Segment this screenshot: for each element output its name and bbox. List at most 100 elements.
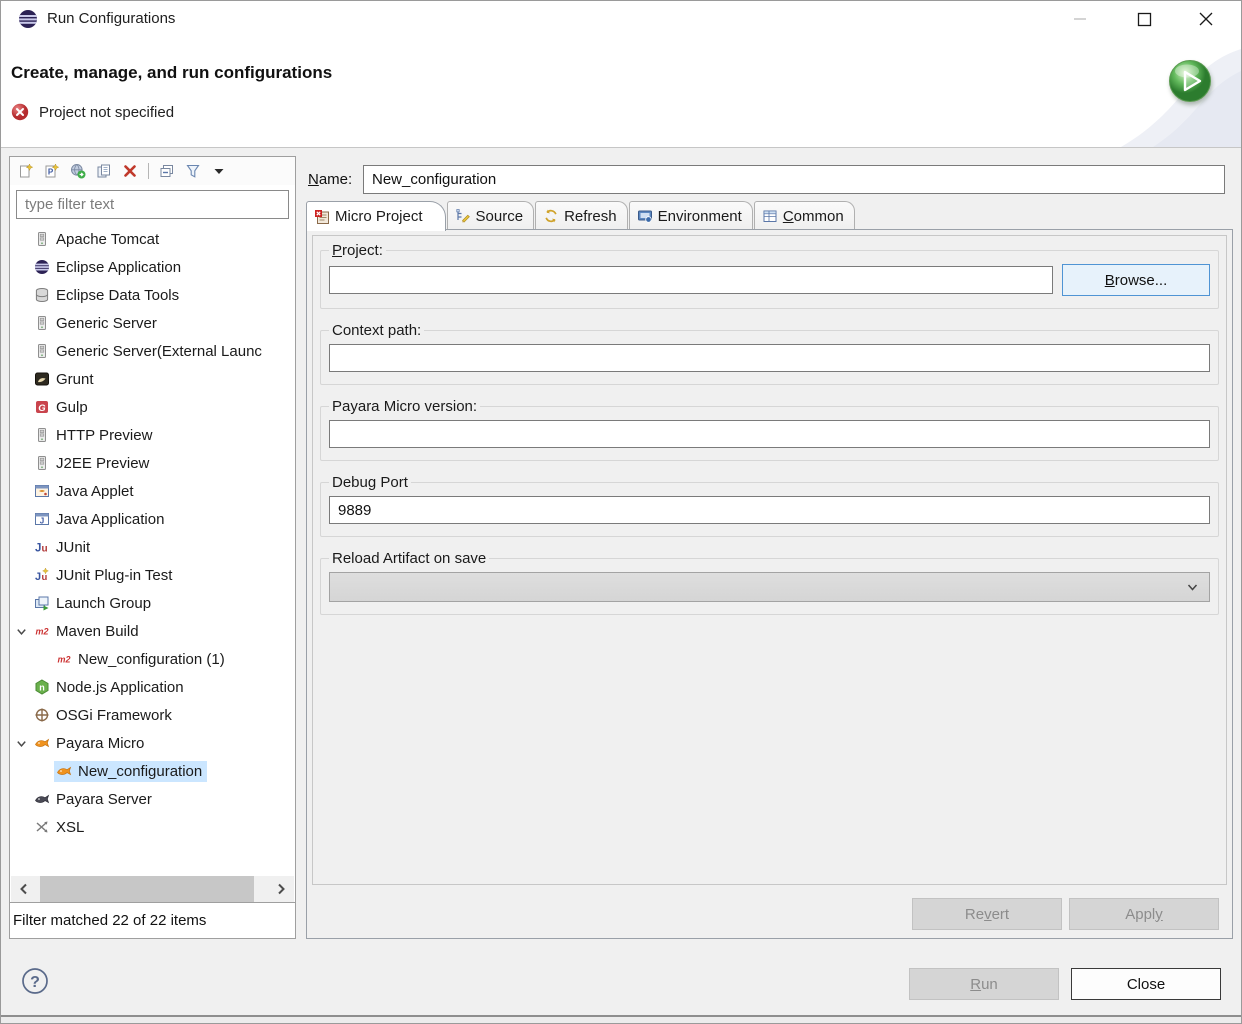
tab-label: Environment (658, 208, 742, 225)
tree-item-content[interactable]: Grunt (32, 369, 99, 390)
tree-item-content[interactable]: Eclipse Data Tools (32, 285, 184, 306)
tree-item-content[interactable]: GGulp (32, 397, 93, 418)
help-button[interactable]: ? (21, 967, 49, 995)
tree-item-content[interactable]: Eclipse Application (32, 257, 186, 278)
tree-item[interactable]: XSL (10, 813, 295, 841)
tree-item-content[interactable]: XSL (32, 817, 89, 838)
new-launch-configuration-button[interactable] (16, 161, 36, 181)
close-icon (1198, 11, 1214, 27)
dialog-banner: Create, manage, and run configurations P… (1, 37, 1241, 147)
tree-item-content[interactable]: Payara Micro (32, 733, 149, 754)
micro-project-form: Project: Browse... Context path: Payara … (312, 235, 1227, 885)
tab-common[interactable]: Common (754, 201, 855, 230)
tree-item[interactable]: m2New_configuration (1) (10, 645, 295, 673)
tree-item-content[interactable]: Launch Group (32, 593, 156, 614)
tab-source[interactable]: Source (447, 201, 535, 230)
new-launch-prototype-button[interactable]: P (42, 161, 62, 181)
project-input[interactable] (329, 266, 1053, 294)
tree-item[interactable]: nNode.js Application (10, 673, 295, 701)
grunt-icon (34, 371, 50, 387)
tree-item[interactable]: OSGi Framework (10, 701, 295, 729)
svg-text:u: u (42, 572, 48, 583)
maximize-button[interactable] (1121, 1, 1167, 37)
tree-item-content[interactable]: m2Maven Build (32, 621, 144, 642)
delete-launch-configuration-button[interactable] (120, 161, 140, 181)
filter-input[interactable] (16, 190, 289, 219)
tree-item-content[interactable]: m2New_configuration (1) (54, 649, 230, 670)
tree-item-content[interactable]: Java Applet (32, 481, 139, 502)
tree-item[interactable]: New_configuration (10, 757, 295, 785)
tree-item[interactable]: JJava Application (10, 505, 295, 533)
minimize-button[interactable] (1057, 1, 1103, 37)
server-icon (34, 231, 50, 247)
tab-environment[interactable]: Environment (629, 201, 753, 230)
editor-tabs: Micro ProjectSourceRefresh Environment Com… (306, 200, 1233, 230)
tree-item[interactable]: Grunt (10, 365, 295, 393)
close-button[interactable]: Close (1071, 968, 1221, 1000)
tree-item-content[interactable]: JuJUnit Plug-in Test (32, 565, 177, 586)
tree-item-content[interactable]: Generic Server (32, 313, 162, 334)
tree-item[interactable]: Launch Group (10, 589, 295, 617)
tree-item-content[interactable]: New_configuration (54, 761, 207, 782)
tree-item[interactable]: JuJUnit (10, 533, 295, 561)
tree-item[interactable]: Java Applet (10, 477, 295, 505)
horizontal-scrollbar[interactable] (11, 876, 294, 902)
tree-item-content[interactable]: OSGi Framework (32, 705, 177, 726)
tree-item-label: Generic Server(External Launc (56, 343, 262, 360)
background-window-edge (1, 1015, 1241, 1024)
reload-artifact-dropdown[interactable] (329, 572, 1210, 602)
tree-item[interactable]: JuJUnit Plug-in Test (10, 561, 295, 589)
duplicate-launch-configuration-button[interactable] (94, 161, 114, 181)
browse-button[interactable]: Browse... (1062, 264, 1210, 296)
apply-button[interactable]: Apply (1069, 898, 1219, 930)
tree-item-content[interactable]: JJava Application (32, 509, 169, 530)
tree-item-content[interactable]: Apache Tomcat (32, 229, 164, 250)
project-label: Project: (329, 242, 386, 259)
name-input[interactable] (363, 165, 1225, 194)
tree-item[interactable]: Eclipse Data Tools (10, 281, 295, 309)
close-window-button[interactable] (1183, 1, 1229, 37)
environment-icon (637, 208, 653, 224)
expand-toggle[interactable] (10, 737, 32, 750)
tree-item-content[interactable]: Generic Server(External Launc (32, 341, 267, 362)
dialog-heading: Create, manage, and run configurations (11, 63, 332, 83)
tab-refresh[interactable]: Refresh (535, 201, 628, 230)
export-launch-configuration-icon (70, 163, 86, 179)
run-button[interactable]: Run (909, 968, 1059, 1000)
tree-item[interactable]: GGulp (10, 393, 295, 421)
micro-version-input[interactable] (329, 420, 1210, 448)
tree-item[interactable]: Generic Server (10, 309, 295, 337)
reload-artifact-label: Reload Artifact on save (329, 550, 489, 567)
tree-item[interactable]: Generic Server(External Launc (10, 337, 295, 365)
scroll-right-button[interactable] (268, 876, 294, 902)
tree-item[interactable]: HTTP Preview (10, 421, 295, 449)
filter-launch-configurations-button[interactable] (183, 161, 203, 181)
tree-item-content[interactable]: J2EE Preview (32, 453, 154, 474)
tree-item[interactable]: Payara Server (10, 785, 295, 813)
tree-item-label: Gulp (56, 399, 88, 416)
chevron-down-icon (1186, 581, 1199, 594)
tree-item[interactable]: J2EE Preview (10, 449, 295, 477)
revert-button[interactable]: Revert (912, 898, 1062, 930)
tree-item[interactable]: Eclipse Application (10, 253, 295, 281)
menu-dropdown-button[interactable] (209, 161, 229, 181)
nodejs-icon: n (34, 679, 50, 695)
tree-item-content[interactable]: HTTP Preview (32, 425, 157, 446)
expand-toggle[interactable] (10, 625, 32, 638)
tree-item[interactable]: m2Maven Build (10, 617, 295, 645)
tree-item-label: HTTP Preview (56, 427, 152, 444)
tab-micro-project[interactable]: Micro Project (306, 201, 446, 231)
configuration-tree: Apache Tomcat Eclipse Application Eclipse … (10, 223, 295, 841)
m2-icon: m2 (56, 651, 72, 667)
tree-item[interactable]: Apache Tomcat (10, 225, 295, 253)
scroll-left-button[interactable] (11, 876, 37, 902)
tree-item-content[interactable]: nNode.js Application (32, 677, 189, 698)
tree-item[interactable]: Payara Micro (10, 729, 295, 757)
debug-port-input[interactable] (329, 496, 1210, 524)
export-launch-configuration-button[interactable] (68, 161, 88, 181)
collapse-all-button[interactable] (157, 161, 177, 181)
context-path-input[interactable] (329, 344, 1210, 372)
tree-item-content[interactable]: Payara Server (32, 789, 157, 810)
scrollbar-thumb[interactable] (40, 876, 254, 902)
tree-item-content[interactable]: JuJUnit (32, 537, 95, 558)
